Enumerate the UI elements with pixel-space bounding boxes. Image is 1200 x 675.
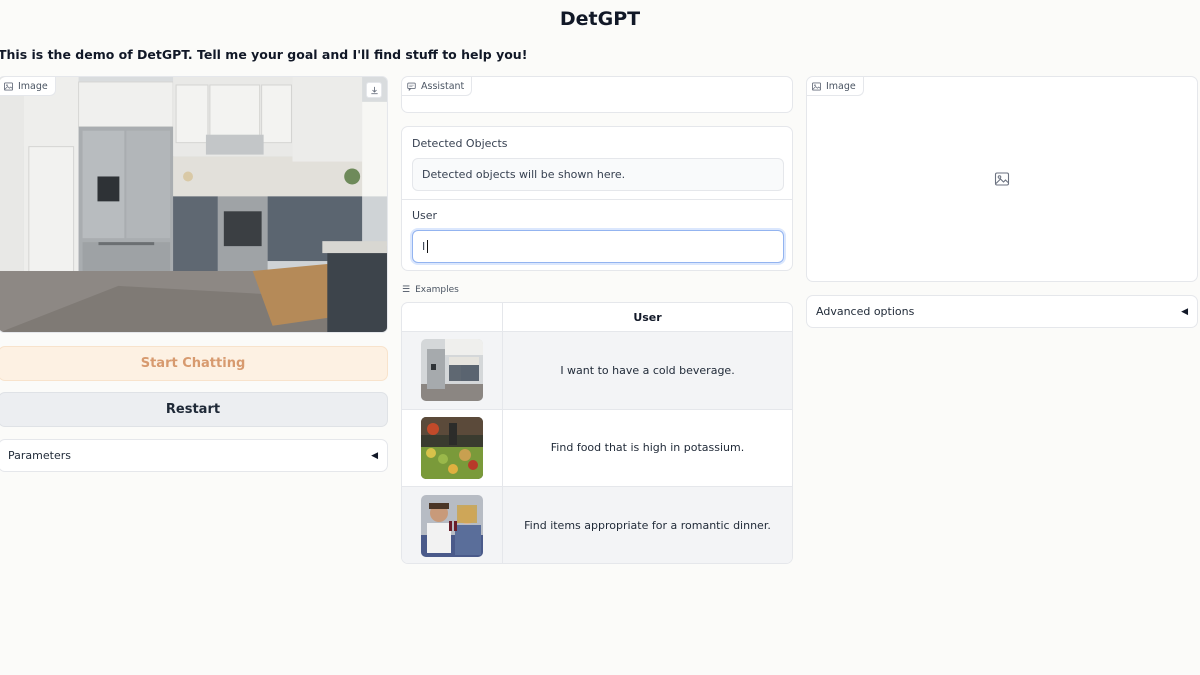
page-title: DetGPT <box>559 8 641 30</box>
download-icon <box>370 86 378 94</box>
example-text: Find items appropriate for a romantic di… <box>524 519 771 533</box>
start-chatting-button[interactable]: Start Chatting <box>0 346 388 381</box>
examples-header-image-cell <box>402 303 503 331</box>
example-row[interactable]: Find food that is high in potassium. <box>402 409 792 487</box>
image-placeholder-icon <box>994 172 1010 186</box>
input-image-panel[interactable]: Image <box>0 76 388 333</box>
user-input-value: I <box>422 240 426 253</box>
output-image-panel: Image <box>806 76 1198 282</box>
user-input[interactable]: I <box>412 230 784 263</box>
triangle-left-icon: ◀ <box>1181 306 1188 317</box>
image-icon <box>812 81 821 91</box>
examples-header-user: User <box>633 310 662 324</box>
examples-table: User I want to have a cold beverage. Fin… <box>401 302 793 564</box>
examples-label: Examples <box>415 285 459 295</box>
chat-icon <box>407 82 416 91</box>
example-row[interactable]: I want to have a cold beverage. <box>402 332 792 410</box>
image-label-tag: Image <box>0 77 56 96</box>
image-icon <box>4 81 13 91</box>
detected-objects-text: Detected objects will be shown here. <box>422 168 626 181</box>
example-image-cell <box>402 487 503 563</box>
page-description: This is the demo of DetGPT. Tell me your… <box>0 47 528 62</box>
text-cursor <box>427 240 429 253</box>
example-thumbnail-market <box>421 416 483 479</box>
example-thumbnail-couple <box>421 494 483 557</box>
input-group: Detected Objects Detected objects will b… <box>401 126 793 271</box>
triangle-left-icon: ◀ <box>371 450 378 461</box>
example-row[interactable]: Find items appropriate for a romantic di… <box>402 487 792 563</box>
divider <box>402 199 792 200</box>
image-label: Image <box>18 80 48 92</box>
example-thumbnail-kitchen <box>421 339 483 402</box>
parameters-accordion[interactable]: Parameters ◀ <box>0 439 388 472</box>
advanced-options-accordion[interactable]: Advanced options ◀ <box>806 295 1198 328</box>
restart-button[interactable]: Restart <box>0 392 388 427</box>
parameters-label: Parameters <box>8 449 71 462</box>
output-image-label-tag: Image <box>807 77 864 96</box>
examples-header-row: User <box>402 303 792 332</box>
example-text: Find food that is high in potassium. <box>550 441 745 455</box>
assistant-chatbot: Assistant <box>401 76 793 113</box>
assistant-label-tag: Assistant <box>402 77 473 96</box>
user-label: User <box>412 209 438 222</box>
example-image-cell <box>402 409 503 486</box>
download-button[interactable] <box>366 82 382 98</box>
list-icon: ☰ <box>402 285 411 295</box>
example-text: I want to have a cold beverage. <box>560 363 735 377</box>
kitchen-photo <box>0 77 387 332</box>
advanced-options-label: Advanced options <box>816 305 915 318</box>
detected-objects-label: Detected Objects <box>412 137 508 150</box>
assistant-label: Assistant <box>421 80 465 92</box>
examples-heading: ☰ Examples <box>402 285 459 295</box>
detected-objects-field[interactable]: Detected objects will be shown here. <box>412 158 784 191</box>
output-image-label: Image <box>826 80 856 92</box>
example-image-cell <box>402 332 503 409</box>
